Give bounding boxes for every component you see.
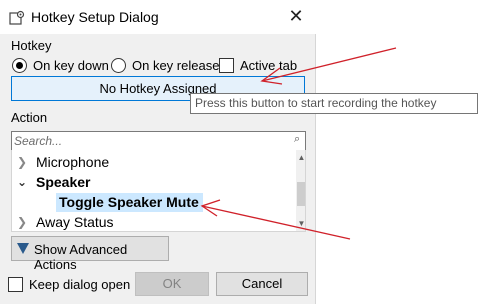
annotation-arrow-upper <box>261 47 397 82</box>
annotation-arrows <box>200 47 397 240</box>
annotation-arrow-lower <box>201 205 351 240</box>
annotation-arrowhead-upper <box>260 67 283 85</box>
